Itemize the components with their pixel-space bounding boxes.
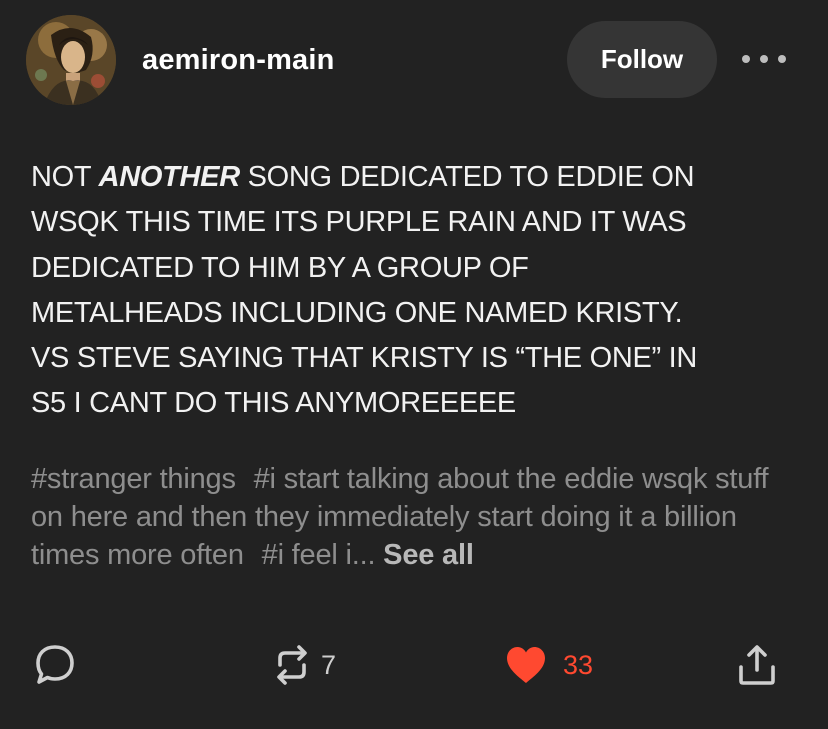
reblog-button[interactable]: 7: [271, 640, 336, 690]
avatar[interactable]: [26, 15, 116, 105]
body-line: VS STEVE SAYING THAT KRISTY IS “THE ONE”…: [31, 342, 698, 375]
follow-button[interactable]: Follow: [567, 21, 717, 98]
ellipsis-icon[interactable]: [742, 46, 786, 72]
share-upload-icon: [739, 645, 775, 685]
tag-list: #stranger things #i start talking about …: [31, 460, 801, 574]
reply-button[interactable]: [34, 640, 76, 690]
username[interactable]: aemiron-main: [142, 44, 335, 77]
body-line: DEDICATED TO HIM BY A GROUP OF: [31, 251, 529, 284]
heart-icon: [507, 647, 545, 683]
like-button[interactable]: 33: [505, 640, 593, 690]
body-emphasis: ANOTHER: [98, 161, 241, 193]
body-text: NOT: [31, 161, 99, 193]
body-line: S5 I CANT DO THIS ANYMOREEEEE: [31, 387, 516, 420]
see-all-link[interactable]: See all: [383, 539, 474, 571]
like-count: 33: [563, 649, 594, 680]
body-line: WSQK THIS TIME ITS PURPLE RAIN AND IT WA…: [31, 206, 687, 239]
body-line: METALHEADS INCLUDING ONE NAMED KRISTY.: [31, 296, 683, 329]
share-button[interactable]: [737, 640, 777, 690]
body-line: SONG DEDICATED TO EDDIE ON: [239, 161, 695, 193]
tag-stranger-things[interactable]: #stranger things: [31, 463, 236, 495]
speech-bubble-icon: [36, 645, 74, 684]
dot: [760, 55, 768, 63]
reblog-count: 7: [321, 649, 337, 680]
dot: [742, 55, 750, 63]
post-text: NOT ANOTHER SONG DEDICATED TO EDDIE ON W…: [31, 155, 801, 427]
dot: [778, 55, 786, 63]
post-header: aemiron-main Follow: [0, 0, 828, 120]
tag-i-feel[interactable]: #i feel i...: [262, 539, 376, 571]
avatar-portrait-icon: [26, 15, 116, 105]
reblog-arrows-icon: [277, 645, 307, 685]
